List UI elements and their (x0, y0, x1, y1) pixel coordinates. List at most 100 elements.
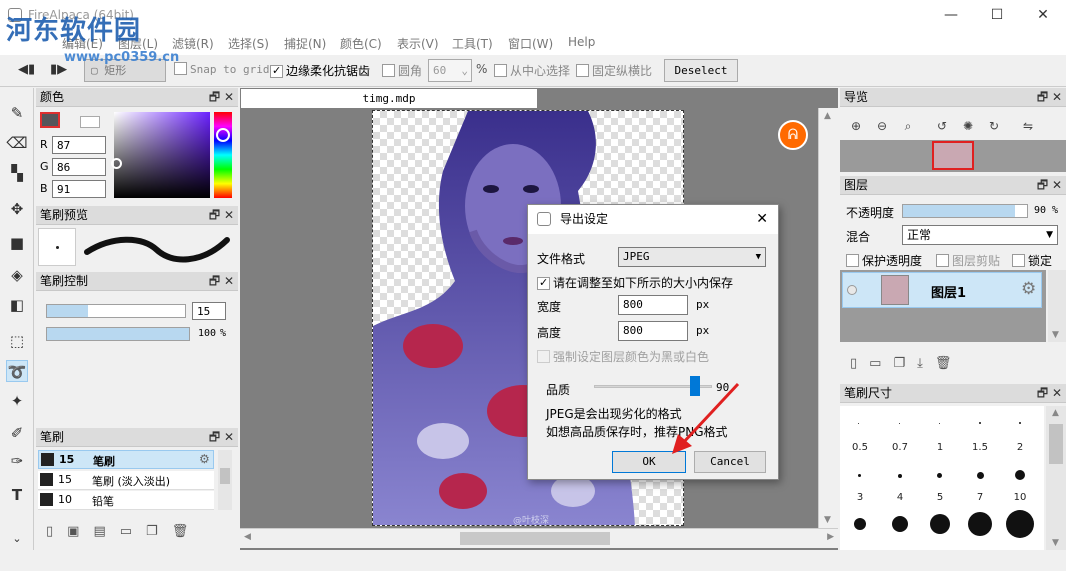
maximize-button[interactable]: ☐ (974, 0, 1020, 31)
layer-opacity-slider[interactable] (902, 204, 1028, 218)
text-icon[interactable]: T (6, 484, 28, 506)
fill-rect-icon[interactable]: ■ (6, 232, 28, 254)
brush-size-dot[interactable] (1019, 422, 1021, 424)
height-input[interactable]: 800 (618, 321, 688, 341)
quality-slider-thumb[interactable] (690, 376, 701, 396)
hscroll-thumb[interactable] (460, 532, 610, 545)
format-select[interactable]: JPEG ▼ (618, 247, 766, 267)
navigator-preview[interactable] (840, 140, 1066, 172)
round-checkbox[interactable]: 圆角 (382, 62, 422, 79)
g-input[interactable]: 86 (52, 158, 106, 176)
rect-select-icon[interactable]: ⬚ (6, 330, 28, 352)
blend-select[interactable]: 正常 ▼ (902, 225, 1058, 245)
scroll-thumb[interactable] (1049, 424, 1063, 464)
panel-dock-close-icon[interactable]: 🗗 ✕ (1037, 384, 1062, 403)
panel-dock-close-icon[interactable]: 🗗 ✕ (209, 428, 234, 447)
menu-help[interactable]: Help (568, 35, 595, 49)
panel-dock-close-icon[interactable]: 🗗 ✕ (1037, 88, 1062, 107)
panel-dock-close-icon[interactable]: 🗗 ✕ (1037, 176, 1062, 195)
brush-list-scrollbar[interactable] (218, 450, 232, 510)
keep-size-checkbox[interactable]: 请在调整至如下所示的大小内保存 (537, 274, 733, 291)
dot-pen-icon[interactable]: ▚ (6, 162, 28, 184)
eraser-icon[interactable]: ⌫ (6, 132, 28, 154)
brush-size-dot[interactable] (1015, 470, 1025, 480)
clipping-checkbox[interactable]: 图层剪贴 (936, 252, 1000, 269)
lock-checkbox[interactable]: 锁定 (1012, 252, 1052, 269)
canvas-vscrollbar[interactable]: ▲ ▼ (818, 108, 838, 528)
lasso-icon[interactable]: ➰ (6, 360, 28, 382)
brush-size-dot[interactable] (979, 422, 981, 424)
hue-slider[interactable] (214, 112, 232, 198)
brush-opacity-slider[interactable] (46, 327, 190, 341)
zoom-in-icon[interactable]: ⊕ (848, 118, 864, 134)
zoom-fit-icon[interactable]: ⌕ (900, 118, 916, 134)
brush-size-scrollbar[interactable]: ▲ ▼ (1046, 406, 1066, 550)
visibility-icon[interactable] (847, 285, 857, 295)
b-input[interactable]: 91 (52, 180, 106, 198)
document-tab[interactable]: timg.mdp (241, 89, 537, 108)
zoom-out-icon[interactable]: ⊖ (874, 118, 890, 134)
fixed-ratio-checkbox[interactable]: 固定纵横比 (576, 62, 652, 79)
select-pen-icon[interactable]: ✐ (6, 422, 28, 444)
brush-size-dot[interactable] (977, 472, 984, 479)
brush-size-slider[interactable] (46, 304, 186, 318)
ok-button[interactable]: OK (612, 451, 686, 473)
brush-size-dot[interactable] (899, 423, 900, 424)
rotate-right-icon[interactable]: ↻ (986, 118, 1002, 134)
menu-color[interactable]: 颜色(C) (340, 35, 382, 52)
layer-scrollbar[interactable]: ▼ (1048, 270, 1066, 342)
layer-panel-icons[interactable]: ▯▭❐⤓🗑 (850, 356, 963, 371)
list-item[interactable]: 15 笔刷 ⚙ (38, 450, 214, 469)
list-item[interactable]: 10 铅笔 (38, 491, 214, 510)
magic-wand-icon[interactable]: ✦ (6, 390, 28, 412)
menu-tools[interactable]: 工具(T) (452, 35, 493, 52)
navigator-viewport[interactable] (932, 141, 974, 170)
close-button[interactable]: ✕ (1020, 0, 1066, 31)
panel-dock-close-icon[interactable]: 🗗 ✕ (209, 88, 234, 107)
brush-size-dot[interactable] (858, 423, 859, 424)
menu-window[interactable]: 窗口(W) (508, 35, 553, 52)
menu-select[interactable]: 选择(S) (228, 35, 269, 52)
snap-checkbox[interactable]: Snap to grid (174, 62, 269, 76)
minimize-button[interactable]: — (928, 0, 974, 31)
round-value-field[interactable]: 60 ⌄ (428, 59, 472, 82)
deselect-button[interactable]: Deselect (664, 59, 738, 82)
gear-icon[interactable]: ⚙ (1021, 279, 1036, 299)
brush-size-input[interactable]: 15 (192, 302, 226, 320)
reset-rotation-icon[interactable]: ✺ (960, 118, 976, 134)
panel-dock-close-icon[interactable]: 🗗 ✕ (209, 272, 234, 291)
brush-size-dot[interactable] (854, 518, 866, 530)
brush-size-dot[interactable] (1006, 510, 1034, 538)
force-color-checkbox[interactable]: 强制设定图层颜色为黑或白色 (537, 348, 709, 365)
brush-size-dot[interactable] (968, 512, 992, 536)
brush-size-dot[interactable] (930, 514, 950, 534)
brush-size-dot[interactable] (898, 474, 902, 478)
cancel-button[interactable]: Cancel (694, 451, 766, 473)
primary-color-swatch[interactable] (40, 112, 60, 128)
brush-size-dot[interactable] (892, 516, 908, 532)
rotate-left-icon[interactable]: ↺ (934, 118, 950, 134)
more-tools-icon[interactable]: ⌄ (6, 528, 28, 550)
width-input[interactable]: 800 (618, 295, 688, 315)
bucket-icon[interactable]: ◈ (6, 264, 28, 286)
flip-icon[interactable]: ⇋ (1020, 118, 1036, 134)
brush-size-dot[interactable] (858, 474, 861, 477)
menu-snap[interactable]: 捕捉(N) (284, 35, 326, 52)
select-eraser-icon[interactable]: ✑ (6, 450, 28, 472)
dialog-close-button[interactable]: ✕ (756, 205, 768, 234)
layer-row[interactable]: 图层1 ⚙ (842, 272, 1042, 308)
gradient-icon[interactable]: ◧ (6, 294, 28, 316)
list-item[interactable]: 15 笔刷 (淡入淡出) (38, 471, 214, 490)
saturation-value-picker[interactable] (111, 112, 210, 198)
pen-icon[interactable]: ✎ (6, 102, 28, 124)
canvas-hscrollbar[interactable]: ◀ ▶ (240, 528, 838, 548)
move-icon[interactable]: ✥ (6, 198, 28, 220)
brush-size-dot[interactable] (937, 473, 942, 478)
prev-icon[interactable]: ◀▮ (18, 62, 35, 77)
panel-dock-close-icon[interactable]: 🗗 ✕ (209, 206, 234, 225)
from-center-checkbox[interactable]: 从中心选择 (494, 62, 570, 79)
gear-icon[interactable]: ⚙ (199, 452, 210, 466)
secondary-color-swatch[interactable] (80, 116, 100, 128)
protect-alpha-checkbox[interactable]: 保护透明度 (846, 252, 922, 269)
brush-panel-icons[interactable]: ▯▣▤▭❐🗑 (46, 524, 202, 539)
